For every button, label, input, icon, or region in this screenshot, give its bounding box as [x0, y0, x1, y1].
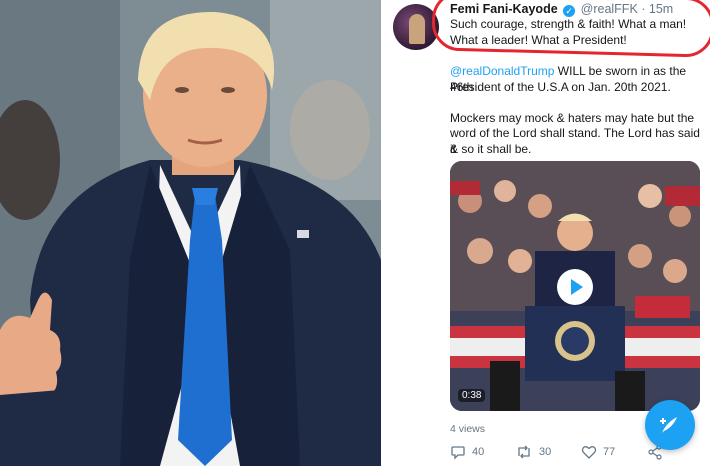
separator: ·: [637, 2, 649, 16]
verified-badge-icon: ✓: [563, 5, 576, 17]
tweet-text-line-7: & so it shall be.: [450, 142, 532, 156]
man-thumbs-up-photo: [0, 0, 381, 466]
reply-icon: [451, 446, 465, 460]
compose-tweet-icon: [660, 417, 677, 433]
tweet-header: Femi Fani-Kayode ✓ @realFFK · 15m: [450, 2, 673, 17]
left-photo: [0, 0, 381, 466]
retweet-button[interactable]: 30: [515, 444, 551, 460]
author-handle[interactable]: @realFFK: [581, 2, 638, 16]
tweet-time[interactable]: 15m: [649, 2, 673, 16]
retweet-count: 30: [539, 446, 552, 458]
mention-link[interactable]: @realDonaldTrump: [450, 64, 554, 78]
view-count: 4 views: [450, 423, 486, 435]
compose-tweet-button[interactable]: [645, 400, 695, 450]
tweet-text-line-1: Such courage, strength & faith! What a m…: [450, 17, 687, 31]
tweet-text-line-2: What a leader! What a President!: [450, 33, 627, 47]
like-button[interactable]: 77: [581, 444, 615, 460]
like-count: 77: [603, 446, 616, 458]
retweet-icon: [518, 445, 530, 459]
reply-button[interactable]: 40: [450, 444, 484, 460]
author-name[interactable]: Femi Fani-Kayode: [450, 2, 558, 16]
tweet-card: Femi Fani-Kayode ✓ @realFFK · 15m Such c…: [381, 0, 710, 466]
play-button[interactable]: [557, 269, 593, 305]
video-duration: 0:38: [458, 389, 486, 402]
tweet-text-line-4: President of the U.S.A on Jan. 20th 2021…: [450, 80, 671, 94]
reply-count: 40: [472, 446, 485, 458]
heart-icon: [581, 446, 597, 459]
tweet-text-line-5: Mockers may mock & haters may hate but t…: [450, 111, 695, 125]
play-icon: [570, 279, 583, 295]
video-player[interactable]: 0:38: [450, 161, 700, 411]
